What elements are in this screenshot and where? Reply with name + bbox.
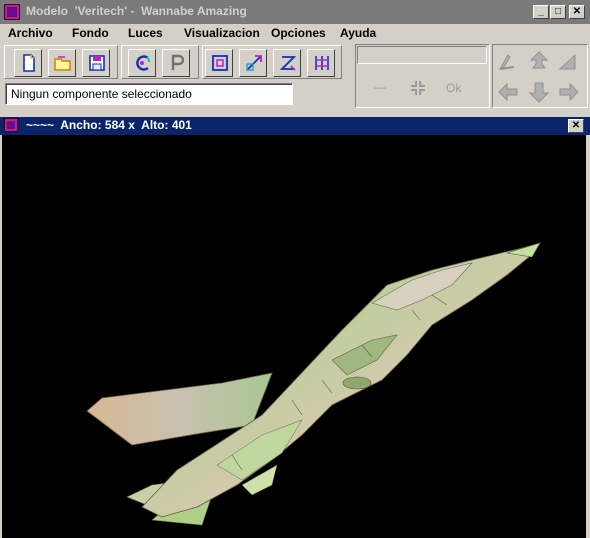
viewport-icon: [4, 118, 18, 132]
viewport-close-button[interactable]: ✕: [568, 119, 584, 133]
minimize-button[interactable]: _: [533, 5, 549, 19]
close-button[interactable]: ✕: [569, 5, 585, 19]
arrow-left-icon: [498, 82, 518, 102]
nav-left-button[interactable]: [496, 81, 520, 106]
select-box-icon: [212, 55, 228, 71]
menu-opciones[interactable]: Opciones: [271, 26, 326, 40]
value-input[interactable]: [357, 46, 487, 64]
scale-icon: [279, 56, 297, 71]
nav-right-button[interactable]: [557, 81, 581, 106]
transform-button[interactable]: [239, 49, 267, 77]
color-icon: [136, 55, 150, 71]
nav-down-button[interactable]: [527, 80, 551, 107]
save-file-icon: [89, 55, 105, 71]
menu-ayuda[interactable]: Ayuda: [340, 26, 376, 40]
color-button[interactable]: [128, 49, 156, 77]
menu-archivo[interactable]: Archivo: [8, 26, 53, 40]
arrow-up-icon: [529, 51, 549, 69]
open-file-icon: [54, 56, 71, 71]
select-box-button[interactable]: [205, 49, 233, 77]
arrow-upright-icon: [558, 53, 576, 70]
viewport-title: ~~~~ Ancho: 584 x Alto: 401: [26, 118, 192, 132]
maximize-button[interactable]: □: [550, 5, 566, 19]
window-title: Modelo 'Veritech' - Wannabe Amazing: [26, 4, 247, 18]
status-field: Ningun componente seleccionado: [5, 83, 293, 105]
decrease-button[interactable]: —: [374, 80, 386, 94]
app-icon: [4, 4, 20, 20]
menu-luces[interactable]: Luces: [128, 26, 163, 40]
mirror-button[interactable]: [307, 49, 335, 77]
plus-cross-icon: [411, 81, 425, 95]
scale-button[interactable]: [273, 49, 301, 77]
open-file-button[interactable]: [48, 49, 76, 77]
jet-model-render: [86, 242, 541, 526]
3d-viewport[interactable]: [2, 135, 586, 538]
menu-visualizacion[interactable]: Visualizacion: [184, 26, 260, 40]
new-file-button[interactable]: [14, 49, 42, 77]
nav-upleft-button[interactable]: [496, 51, 520, 76]
arrow-right-icon: [559, 82, 579, 102]
arrow-down-icon: [528, 82, 550, 103]
save-file-button[interactable]: [82, 49, 110, 77]
increase-button[interactable]: [409, 79, 427, 100]
new-file-icon: [23, 54, 35, 72]
properties-button[interactable]: [162, 49, 190, 77]
nav-up-button[interactable]: [527, 50, 551, 75]
ok-button[interactable]: Ok: [446, 81, 461, 95]
mirror-icon: [315, 56, 329, 70]
arrow-upleft-icon: [498, 54, 515, 71]
transform-icon: [246, 55, 262, 71]
menu-fondo[interactable]: Fondo: [72, 26, 109, 40]
properties-icon: [171, 54, 185, 70]
nav-upright-button[interactable]: [557, 51, 581, 76]
